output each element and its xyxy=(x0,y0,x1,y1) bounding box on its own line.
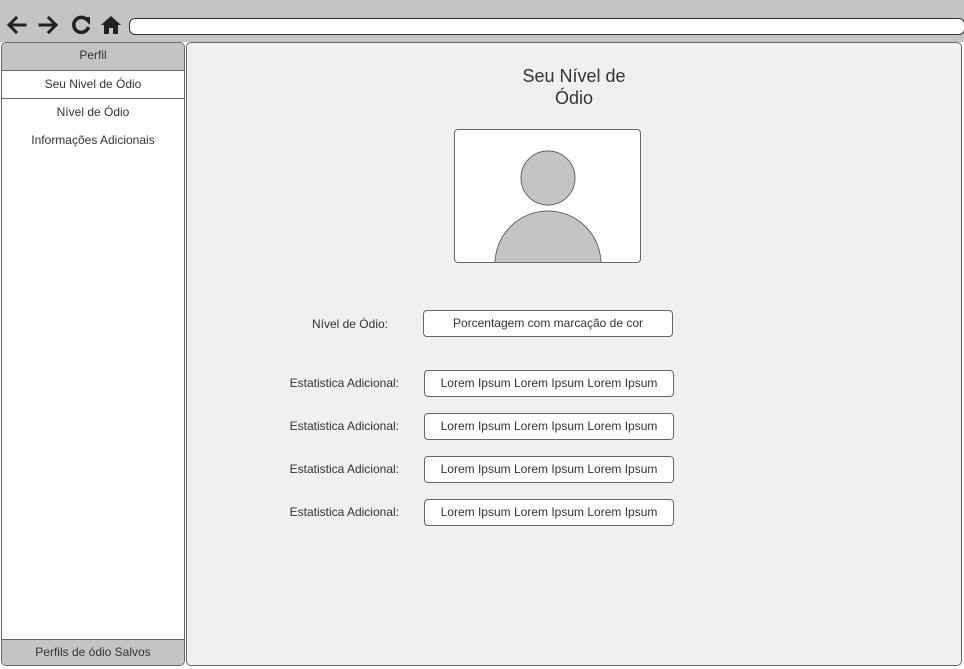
browser-toolbar xyxy=(0,0,964,42)
reload-icon[interactable] xyxy=(70,14,92,36)
home-icon[interactable] xyxy=(100,14,122,36)
sidebar-item-nivel-de-odio[interactable]: Nível de Ódio xyxy=(2,99,184,127)
stat-label: Estatistica Adicional: xyxy=(289,462,399,476)
address-bar[interactable] xyxy=(129,18,964,35)
main-panel: Seu Nível de Ódio Nível de Ódio: Porcent… xyxy=(186,42,962,666)
sidebar: Perfil Seu Nivel de Ódio Nível de Ódio I… xyxy=(1,42,185,666)
hate-level-label: Nível de Ódio: xyxy=(311,317,388,331)
stat-label: Estatistica Adicional: xyxy=(289,505,399,519)
page-title: Seu Nível de Ódio xyxy=(187,65,961,109)
back-arrow-icon[interactable] xyxy=(6,14,28,36)
stat-label: Estatistica Adicional: xyxy=(289,376,399,390)
sidebar-header: Perfil xyxy=(2,43,184,71)
stat-label: Estatistica Adicional: xyxy=(289,419,399,433)
stat-value: Lorem Ipsum Lorem Ipsum Lorem Ipsum xyxy=(424,370,674,397)
user-silhouette-icon xyxy=(494,150,602,262)
sidebar-footer-saved-profiles[interactable]: Perfils de ódio Salvos xyxy=(2,639,184,665)
sidebar-item-seu-nivel-de-odio[interactable]: Seu Nivel de Ódio xyxy=(2,71,184,99)
stat-value: Lorem Ipsum Lorem Ipsum Lorem Ipsum xyxy=(424,413,674,440)
hate-level-value: Porcentagem com marcação de cor xyxy=(423,310,673,337)
page-title-line-1: Seu Nível de xyxy=(522,66,626,86)
stat-value: Lorem Ipsum Lorem Ipsum Lorem Ipsum xyxy=(424,456,674,483)
avatar xyxy=(454,129,641,263)
forward-arrow-icon[interactable] xyxy=(37,14,59,36)
page-title-line-2: Ódio xyxy=(554,88,594,108)
stat-value: Lorem Ipsum Lorem Ipsum Lorem Ipsum xyxy=(424,499,674,526)
sidebar-item-informacoes-adicionais[interactable]: Informações Adicionais xyxy=(2,127,184,155)
